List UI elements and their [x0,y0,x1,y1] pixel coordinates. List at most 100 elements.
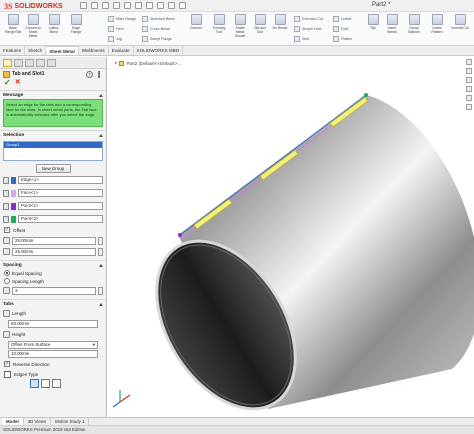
filleted-edge-icon[interactable] [41,379,50,388]
panel-tabs [0,57,106,69]
ribbon-small-cross-break[interactable]: Cross-Break [142,25,170,32]
height-input[interactable]: 10.00mm [8,350,98,358]
open-icon[interactable] [102,2,109,9]
ribbon-button-linear-pattern[interactable]: Linear Pattern [428,14,446,34]
edge-selection-box[interactable]: Edge<1> [18,176,103,184]
offset-checkbox-row[interactable]: ✓ Offset [0,225,106,235]
spinner-icon[interactable] [98,286,103,295]
collapse-caret-icon[interactable] [99,93,103,97]
reverse-direction-checkbox[interactable]: ✓ [4,361,10,367]
print-icon[interactable] [124,2,131,9]
group-list[interactable]: Group1 [3,141,103,161]
tab-solidworks-mbd[interactable]: SOLIDWORKS MBD [134,46,184,55]
offset-label: Offset [13,227,26,233]
ribbon-button-group-balloon[interactable]: Group Balloon [405,14,423,34]
undo-icon[interactable] [135,2,142,9]
ribbon-button-normal-cut[interactable]: Normal Cut [451,14,469,30]
jog-icon [108,35,114,42]
offset-checkbox[interactable]: ✓ [4,227,10,233]
save-icon[interactable] [113,2,120,9]
ribbon-button-3[interactable]: Edge Flange [67,14,85,34]
tab-sheet-metal[interactable]: Sheet Metal [46,46,79,55]
ribbon-button-2[interactable]: Lofted-Bend [45,14,63,34]
options-gear-icon[interactable] [179,2,186,9]
configuration-icon[interactable] [25,59,34,67]
ribbon-button-8[interactable]: No Bends [271,14,289,30]
ribbon-button-7[interactable]: Tab and Slot [251,14,269,34]
ribbon-small-miter-flange[interactable]: Miter Flange [108,15,136,22]
ok-button[interactable]: ✓ [4,79,11,87]
spacing-length-radio[interactable] [4,278,10,284]
tab-3d-views[interactable]: 3D Views [24,418,52,425]
spacing-section-header[interactable]: Spacing [0,260,106,269]
rebuild-icon[interactable] [157,2,164,9]
home-icon[interactable] [80,2,87,9]
cancel-button[interactable]: ✕ [15,79,21,87]
new-group-button[interactable]: New Group [35,164,71,173]
start-point-marker[interactable] [178,233,182,237]
ribbon-button-1[interactable]: Convert to Sheet Metal [24,14,42,38]
pin-icon[interactable] [98,70,103,78]
ribbon-button-10[interactable]: Insert Bends [383,14,401,34]
new-document-icon[interactable] [91,2,98,9]
dimxpert-icon[interactable] [36,59,45,67]
graphics-viewport[interactable]: ▸ Part2 (Default<<Default>... [108,57,474,417]
solidworks-logo[interactable]: 3S SOLIDWORKS [4,1,63,11]
tab-model[interactable]: Model [2,418,24,425]
tab-features[interactable]: Features [0,46,26,55]
height-type-dropdown[interactable]: Offset From Surface ▾ [8,341,98,349]
spinner-icon[interactable] [98,247,103,256]
file-properties-icon[interactable] [168,2,175,9]
length-input[interactable]: 60.00mm [8,320,98,328]
face-selection-box[interactable]: Face<1> [18,189,103,197]
start-point-selection-box[interactable]: Point<1> [18,202,103,210]
selection-section-header[interactable]: Selection [0,130,106,139]
message-section-header[interactable]: Message [0,90,106,99]
ribbon-small-fold[interactable]: Fold [333,25,348,32]
display-icon[interactable] [47,59,56,67]
collapse-caret-icon[interactable] [99,302,103,306]
ribbon-small-sketched-bend[interactable]: Sketched Bend [142,15,174,22]
spacing-length-option[interactable]: Spacing Length [0,277,106,285]
ribbon-button-5[interactable]: Forming Tool [210,14,228,34]
gusset-icon [234,14,246,25]
ribbon-button-0[interactable]: Base Flange/Tab [4,14,22,34]
spacing-heading: Spacing [3,262,22,268]
point1-color-swatch [11,202,16,210]
ribbon-small-swept-flange[interactable]: Swept Flange [142,35,172,42]
propertymanager-icon[interactable] [14,59,23,67]
tabs-section-header[interactable]: Tabs [0,299,106,308]
sharp-edge-icon[interactable] [30,379,39,388]
equal-spacing-radio[interactable] [4,270,10,276]
ribbon-small-vent[interactable]: Vent [294,35,309,42]
ribbon-small-hem[interactable]: Hem [108,25,124,32]
tab-sketch[interactable]: Sketch [25,46,47,55]
end-point-selection-box[interactable]: Point<2> [18,215,103,223]
ribbon-small-extruded-cut[interactable]: Extruded Cut [294,15,323,22]
reverse-direction-row[interactable]: ✓ Reverse Direction [0,359,106,369]
featuremanager-icon[interactable] [3,59,12,67]
collapse-caret-icon[interactable] [99,263,103,267]
collapse-caret-icon[interactable] [99,133,103,137]
ribbon-button-4[interactable]: Corners [187,14,205,30]
spinner-icon[interactable] [98,236,103,245]
equal-spacing-option[interactable]: Equal Spacing [0,269,106,277]
group-list-item[interactable]: Group1 [4,142,102,148]
instances-input[interactable]: 3 [12,286,96,295]
select-icon[interactable] [146,2,153,9]
model-view[interactable] [108,57,474,417]
end-point-marker[interactable] [364,93,368,97]
offset-start-input[interactable]: 25.00mm [12,236,96,245]
ribbon-small-jog[interactable]: Jog [108,35,122,42]
ribbon-small-flatten[interactable]: Flatten [333,35,352,42]
offset-end-input[interactable]: 25.00mm [12,247,96,256]
chamfered-edge-icon[interactable] [52,379,61,388]
help-icon[interactable]: ? [86,70,93,78]
tab-evaluate[interactable]: Evaluate [109,46,134,55]
ribbon-button-6[interactable]: Sheet Metal Gusset [231,14,249,38]
ribbon-small-unfold[interactable]: Unfold [333,15,351,22]
tab-weldments[interactable]: Weldments [79,46,109,55]
tab-motion-study[interactable]: Motion Study 1 [51,418,90,425]
ribbon-small-simple-hole[interactable]: Simple Hole [294,25,321,32]
ribbon-button-9[interactable]: Rip [364,14,382,30]
